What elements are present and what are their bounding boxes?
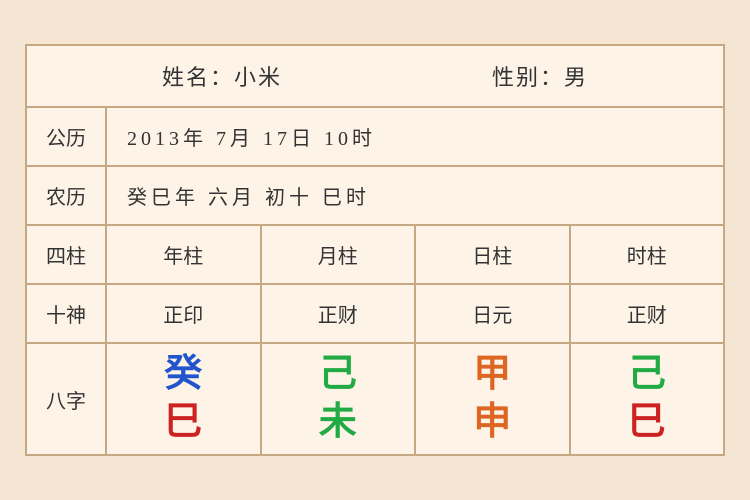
bazi-year-bottom: 巳 bbox=[164, 402, 202, 444]
bazi-year-top: 癸 bbox=[164, 354, 202, 396]
shishen-year: 正印 bbox=[107, 285, 262, 342]
bazi-row: 八字 癸 巳 己 未 甲 申 己 巳 bbox=[27, 344, 723, 454]
name-label: 姓名：小米 bbox=[162, 60, 282, 92]
lunar-label: 农历 bbox=[27, 167, 107, 224]
solar-label: 公历 bbox=[27, 108, 107, 165]
shishen-day: 日元 bbox=[416, 285, 571, 342]
shishen-month: 正财 bbox=[262, 285, 417, 342]
solar-row: 公历 2013年 7月 17日 10时 bbox=[27, 108, 723, 167]
col-year: 年柱 bbox=[107, 226, 262, 283]
col-hour: 时柱 bbox=[571, 226, 724, 283]
main-container: 姓名：小米 性别：男 公历 2013年 7月 17日 10时 农历 癸巳年 六月… bbox=[25, 44, 725, 456]
bazi-hour-top: 己 bbox=[628, 354, 666, 396]
lunar-row: 农历 癸巳年 六月 初十 巳时 bbox=[27, 167, 723, 226]
bazi-hour-bottom: 巳 bbox=[628, 402, 666, 444]
columns-row: 四柱 年柱 月柱 日柱 时柱 bbox=[27, 226, 723, 285]
bazi-day: 甲 申 bbox=[416, 344, 571, 454]
bazi-month-top: 己 bbox=[319, 354, 357, 396]
bazi-hour: 己 巳 bbox=[571, 344, 724, 454]
bazi-month-bottom: 未 bbox=[319, 402, 357, 444]
col-day: 日柱 bbox=[416, 226, 571, 283]
shishen-row: 十神 正印 正财 日元 正财 bbox=[27, 285, 723, 344]
shishen-label: 十神 bbox=[27, 285, 107, 342]
gender-label: 性别：男 bbox=[492, 60, 588, 92]
shishen-hour: 正财 bbox=[571, 285, 724, 342]
bazi-label: 八字 bbox=[27, 344, 107, 454]
columns-label: 四柱 bbox=[27, 226, 107, 283]
bazi-day-top: 甲 bbox=[473, 354, 511, 396]
lunar-value: 癸巳年 六月 初十 巳时 bbox=[107, 167, 723, 224]
bazi-year: 癸 巳 bbox=[107, 344, 262, 454]
solar-value: 2013年 7月 17日 10时 bbox=[107, 108, 723, 165]
bazi-month: 己 未 bbox=[262, 344, 417, 454]
bazi-day-bottom: 申 bbox=[473, 402, 511, 444]
header-row: 姓名：小米 性别：男 bbox=[27, 46, 723, 108]
col-month: 月柱 bbox=[262, 226, 417, 283]
